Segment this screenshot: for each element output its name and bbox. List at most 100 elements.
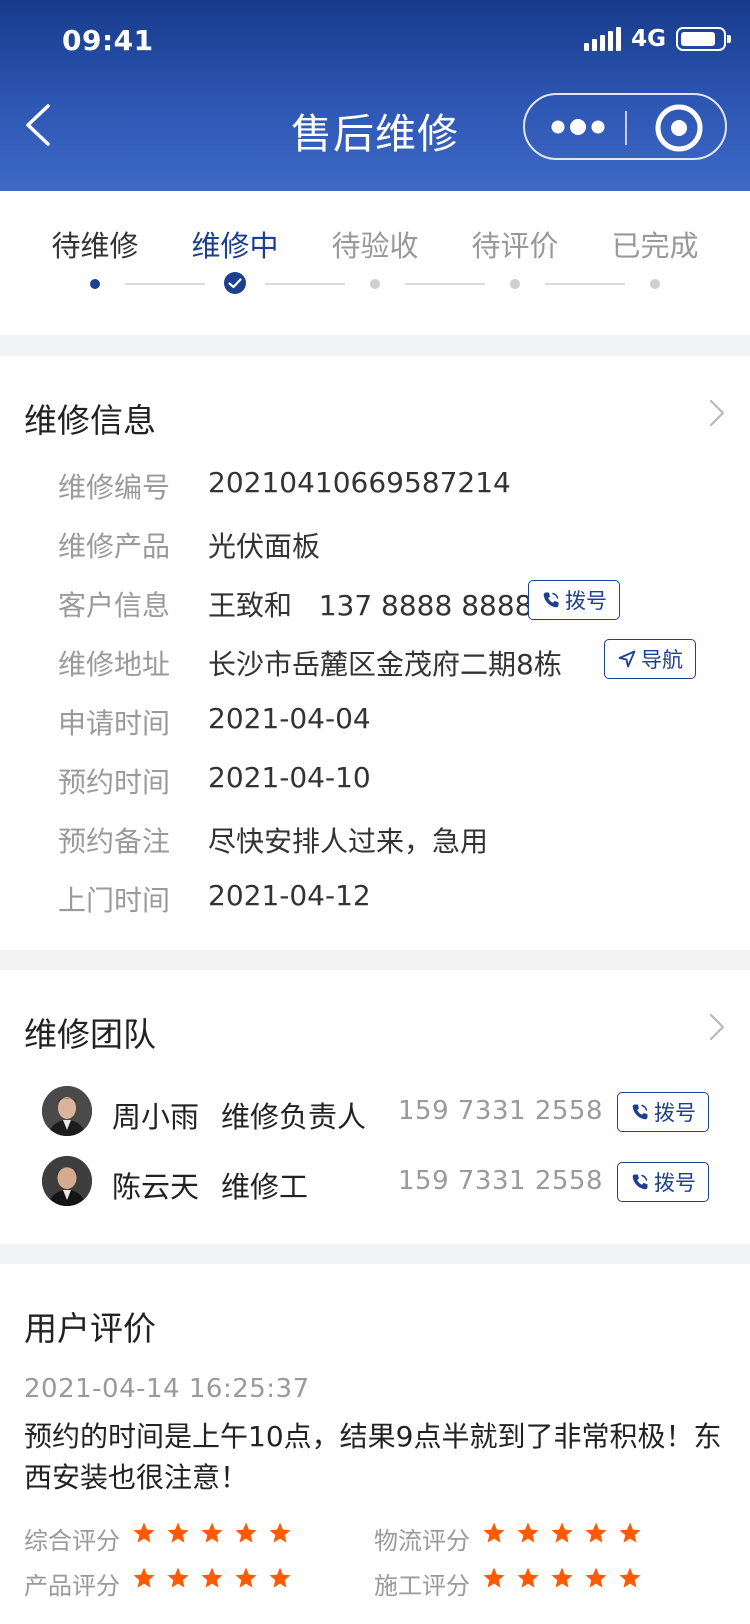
star-icon xyxy=(269,1522,291,1543)
section-title: 维修信息 xyxy=(24,401,156,440)
dial-button[interactable]: 拨号 xyxy=(528,580,620,620)
info-label: 预约时间 xyxy=(58,766,171,799)
info-label: 预约备注 xyxy=(58,825,171,858)
star-icon xyxy=(619,1522,641,1543)
star-icon xyxy=(585,1567,607,1588)
section-title: 维修团队 xyxy=(24,1015,156,1054)
close-program-icon[interactable] xyxy=(653,102,705,154)
review-time: 2021-04-14 16:25:37 xyxy=(24,1374,310,1404)
info-label: 维修产品 xyxy=(58,530,171,563)
user-review-card: 用户评价 2021-04-14 16:25:37 预约的时间是上午10点，结果9… xyxy=(0,1264,750,1624)
step-connector xyxy=(405,283,485,285)
info-label: 上门时间 xyxy=(58,884,171,917)
check-circle-icon xyxy=(224,272,246,294)
step-dot xyxy=(510,279,520,289)
star-rating xyxy=(482,1566,642,1590)
team-member-row: 周小雨 维修负责人 159 7331 2558 拨号 xyxy=(0,1086,750,1142)
info-value: 2021-04-12 xyxy=(208,879,371,912)
member-name: 周小雨 xyxy=(112,1100,200,1134)
dial-button[interactable]: 拨号 xyxy=(617,1162,709,1202)
star-icon xyxy=(133,1567,155,1588)
step-connector xyxy=(545,283,625,285)
star-icon xyxy=(133,1522,155,1543)
mini-program-capsule xyxy=(523,93,727,160)
star-icon xyxy=(585,1522,607,1543)
chevron-right-icon[interactable] xyxy=(708,398,726,428)
dial-label: 拨号 xyxy=(654,1101,696,1125)
more-icon[interactable] xyxy=(550,113,606,141)
dial-button[interactable]: 拨号 xyxy=(617,1092,709,1132)
team-member-row: 陈云天 维修工 159 7331 2558 拨号 xyxy=(0,1156,750,1212)
phone-icon xyxy=(543,592,559,608)
info-row-address: 维修地址 长沙市岳麓区金茂府二期8栋 导航 xyxy=(0,639,750,683)
info-row-customer: 客户信息 王致和 137 8888 8888 拨号 xyxy=(0,580,750,624)
star-icon xyxy=(517,1567,539,1588)
member-role: 维修负责人 xyxy=(221,1100,367,1134)
info-label: 申请时间 xyxy=(58,707,171,740)
step-label: 待维修 xyxy=(51,229,139,263)
star-icon xyxy=(235,1567,257,1588)
star-rating xyxy=(482,1521,642,1545)
capsule-divider xyxy=(625,111,627,145)
avatar xyxy=(42,1086,92,1136)
chevron-right-icon[interactable] xyxy=(708,1012,726,1042)
info-row-visit-time: 上门时间 2021-04-12 xyxy=(0,879,750,919)
navigation-arrow-icon xyxy=(618,650,636,668)
info-value: 尽快安排人过来，急用 xyxy=(208,825,489,858)
progress-steps: 待维修 维修中 待验收 待评价 已完成 xyxy=(0,191,750,335)
member-phone: 159 7331 2558 xyxy=(398,1096,603,1126)
dial-label: 拨号 xyxy=(565,589,607,613)
battery-icon xyxy=(676,27,731,51)
star-icon xyxy=(235,1522,257,1543)
info-row-note: 预约备注 尽快安排人过来，急用 xyxy=(0,820,750,860)
info-row-id: 维修编号 20210410669587214 xyxy=(0,466,750,506)
rating-label: 综合评分 xyxy=(24,1527,120,1555)
info-label: 维修地址 xyxy=(58,648,171,681)
step-connector xyxy=(125,283,205,285)
info-row-appointment: 预约时间 2021-04-10 xyxy=(0,761,750,801)
star-icon xyxy=(167,1522,189,1543)
star-icon xyxy=(517,1522,539,1543)
app-header: 09:41 4G 售后维修 xyxy=(0,0,750,191)
step-label: 待评价 xyxy=(471,229,559,263)
info-row-apply-time: 申请时间 2021-04-04 xyxy=(0,702,750,742)
member-phone: 159 7331 2558 xyxy=(398,1166,603,1196)
star-icon xyxy=(201,1567,223,1588)
phone-icon xyxy=(632,1104,648,1120)
status-time: 09:41 xyxy=(62,24,154,57)
signal-icon xyxy=(584,27,622,51)
section-title: 用户评价 xyxy=(24,1309,156,1348)
star-icon xyxy=(201,1522,223,1543)
rating-label: 产品评分 xyxy=(24,1572,120,1600)
info-value: 王致和 137 8888 8888 xyxy=(208,589,533,622)
star-icon xyxy=(619,1567,641,1588)
info-label: 客户信息 xyxy=(58,589,171,622)
step-connector xyxy=(265,283,345,285)
member-name: 陈云天 xyxy=(112,1170,200,1204)
step-dot xyxy=(650,279,660,289)
step-label: 维修中 xyxy=(191,229,279,263)
network-type: 4G xyxy=(631,26,666,52)
repair-info-card[interactable]: 维修信息 维修编号 20210410669587214 维修产品 光伏面板 客户… xyxy=(0,356,750,950)
navigate-label: 导航 xyxy=(641,648,683,672)
dial-label: 拨号 xyxy=(654,1171,696,1195)
info-value: 长沙市岳麓区金茂府二期8栋 xyxy=(208,648,562,681)
member-role: 维修工 xyxy=(221,1170,309,1204)
info-value: 光伏面板 xyxy=(208,530,321,563)
review-text: 预约的时间是上午10点，结果9点半就到了非常积极！东西安装也很注意！ xyxy=(24,1420,722,1494)
step-dot xyxy=(370,279,380,289)
info-value: 2021-04-10 xyxy=(208,761,371,794)
star-icon xyxy=(167,1567,189,1588)
info-row-product: 维修产品 光伏面板 xyxy=(0,525,750,565)
star-icon xyxy=(551,1522,573,1543)
star-icon xyxy=(483,1567,505,1588)
step-label: 已完成 xyxy=(611,229,699,263)
rating-label: 施工评分 xyxy=(374,1572,470,1600)
star-rating xyxy=(132,1566,292,1590)
avatar xyxy=(42,1156,92,1206)
navigate-button[interactable]: 导航 xyxy=(604,639,696,679)
info-label: 维修编号 xyxy=(58,471,171,504)
repair-team-card[interactable]: 维修团队 周小雨 维修负责人 159 7331 2558 拨号 陈云天 维修工 … xyxy=(0,970,750,1244)
phone-icon xyxy=(632,1174,648,1190)
star-rating xyxy=(132,1521,292,1545)
